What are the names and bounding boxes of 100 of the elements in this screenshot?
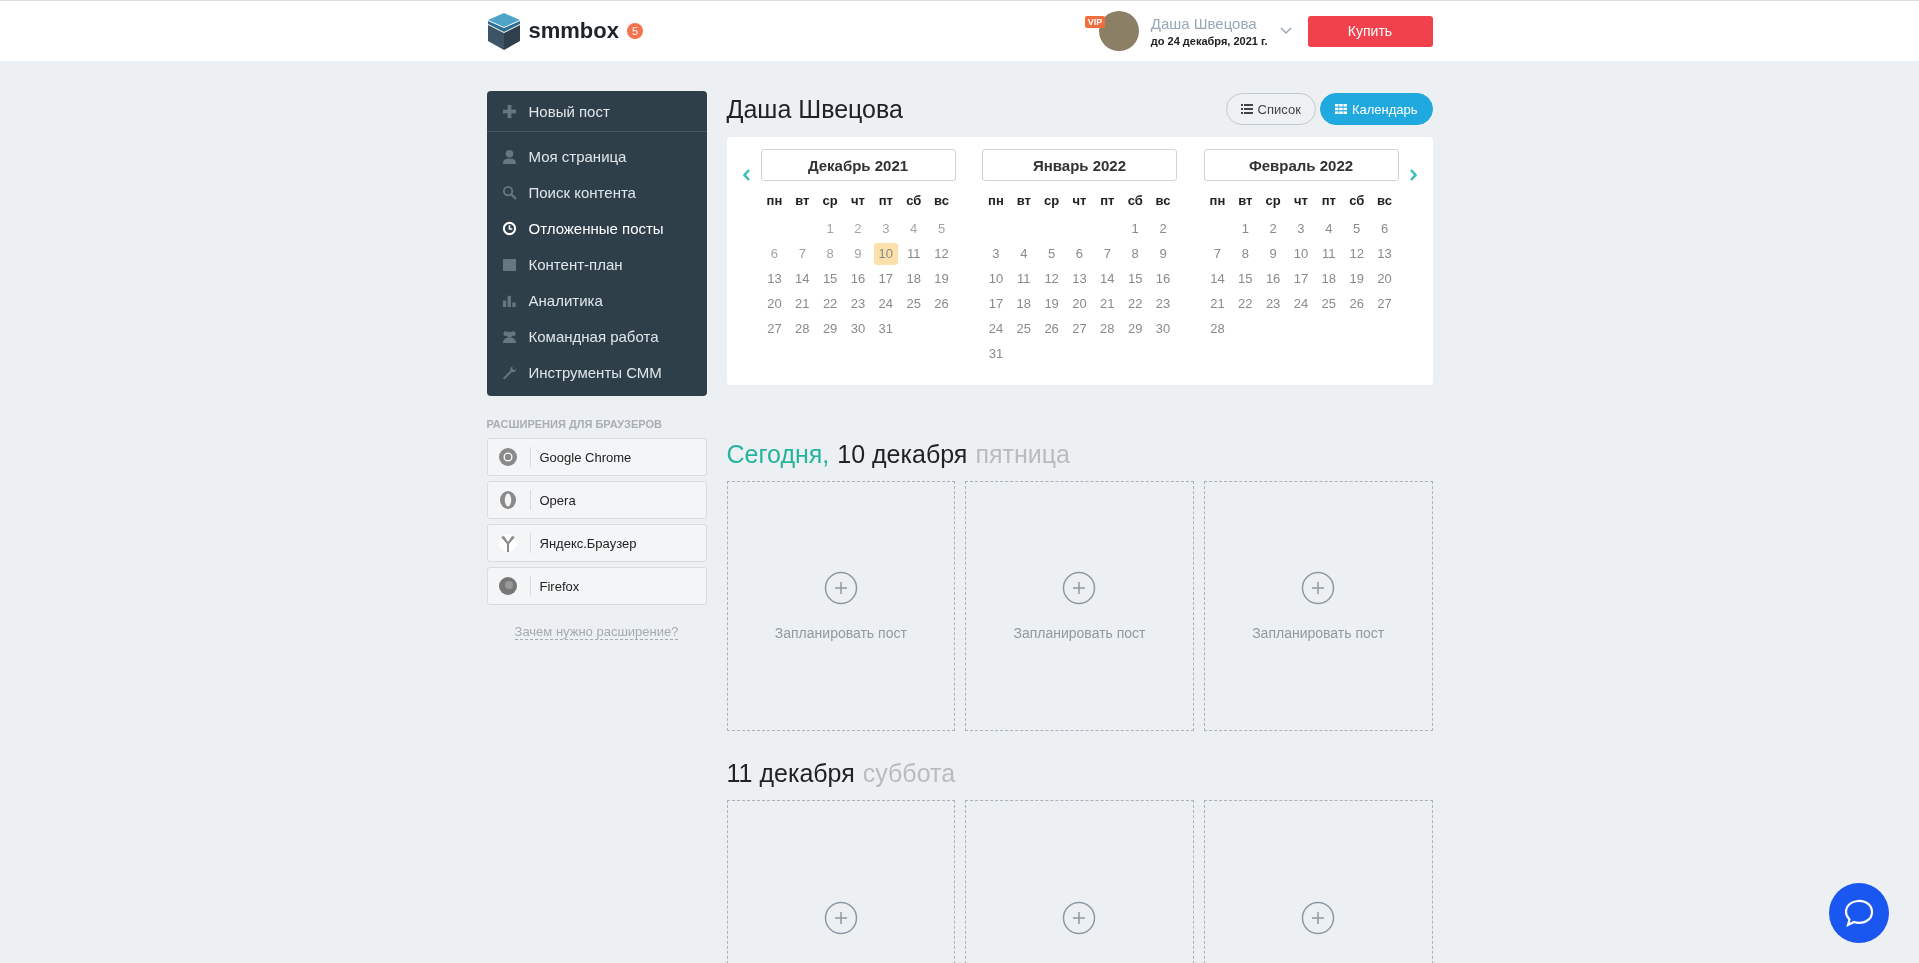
calendar-day[interactable]: 5 [929,218,954,240]
calendar-day[interactable]: 25 [1316,293,1341,315]
calendar-day[interactable]: 12 [929,243,954,265]
calendar-day[interactable]: 9 [1261,243,1286,265]
extension-button[interactable]: Яндекс.Браузер [486,524,707,562]
calendar-day[interactable]: 26 [1039,318,1064,340]
calendar-day[interactable]: 10 [873,243,898,265]
extension-help-link[interactable]: Зачем нужно расширение? [514,624,679,640]
calendar-day[interactable]: 8 [1123,243,1148,265]
calendar-day[interactable]: 11 [1316,243,1341,265]
calendar-day[interactable]: 14 [790,268,815,290]
calendar-day[interactable]: 31 [873,318,898,340]
calendar-day[interactable]: 23 [846,293,870,315]
extension-button[interactable]: Firefox [486,567,707,605]
calendar-day[interactable]: 6 [1067,243,1092,265]
extension-button[interactable]: Opera [486,481,707,519]
calendar-day[interactable]: 15 [1233,268,1258,290]
calendar-day[interactable]: 22 [818,293,843,315]
calendar-day[interactable]: 13 [1067,268,1092,290]
calendar-day[interactable]: 24 [873,293,898,315]
calendar-day[interactable]: 23 [1261,293,1286,315]
post-slot[interactable]: Запланировать пост [1203,481,1433,731]
sidebar-item[interactable]: Командная работа [486,318,707,354]
calendar-day[interactable]: 7 [1095,243,1120,265]
calendar-day[interactable]: 21 [1205,293,1230,315]
calendar-day[interactable]: 5 [1039,243,1064,265]
extension-button[interactable]: Google Chrome [486,438,707,476]
caret-icon[interactable] [1279,27,1292,35]
logo-text[interactable]: smmbox [528,18,619,44]
sidebar-item[interactable]: Контент-план [486,246,707,282]
calendar-day[interactable]: 5 [1344,218,1369,240]
calendar-day[interactable]: 11 [1011,268,1036,290]
sidebar-item[interactable]: Отложенные посты [486,210,707,246]
calendar-day[interactable]: 9 [1151,243,1176,265]
calendar-day[interactable]: 21 [790,293,815,315]
sidebar-item[interactable]: Аналитика [486,282,707,318]
calendar-day[interactable]: 6 [762,243,787,265]
calendar-day[interactable]: 24 [1289,293,1313,315]
calendar-day[interactable]: 7 [790,243,815,265]
chat-bubble-button[interactable] [1829,883,1889,943]
calendar-day[interactable]: 15 [1123,268,1148,290]
sidebar-item[interactable]: Инструменты СММ [486,354,707,390]
calendar-day[interactable]: 22 [1233,293,1258,315]
sidebar-item[interactable]: Новый пост [486,91,707,132]
calendar-day[interactable]: 18 [1011,293,1036,315]
calendar-day[interactable]: 28 [1205,318,1230,340]
calendar-day[interactable]: 26 [1344,293,1369,315]
view-tab[interactable]: Список [1225,93,1316,125]
post-slot[interactable]: Запланировать пост [965,481,1194,731]
calendar-day[interactable]: 21 [1095,293,1120,315]
calendar-day[interactable]: 3 [1289,218,1313,240]
calendar-day[interactable]: 16 [1261,268,1286,290]
month-title[interactable]: Декабрь 2021 [760,149,956,181]
month-title[interactable]: Январь 2022 [982,149,1177,181]
calendar-day[interactable]: 4 [1011,243,1036,265]
calendar-day[interactable]: 10 [1289,243,1313,265]
calendar-day[interactable]: 29 [818,318,843,340]
calendar-day[interactable]: 2 [1151,218,1176,240]
calendar-day[interactable]: 16 [846,268,870,290]
calendar-day[interactable]: 12 [1039,268,1064,290]
calendar-day[interactable]: 7 [1205,243,1230,265]
sidebar-item[interactable]: Поиск контента [486,174,707,210]
calendar-day[interactable]: 2 [846,218,870,240]
calendar-day[interactable]: 17 [873,268,898,290]
calendar-day[interactable]: 26 [929,293,954,315]
calendar-day[interactable]: 20 [762,293,787,315]
sidebar-item[interactable]: Моя страница [486,138,707,174]
calendar-day[interactable]: 3 [983,243,1008,265]
calendar-day[interactable]: 1 [1123,218,1148,240]
calendar-day[interactable]: 10 [983,268,1008,290]
calendar-day[interactable]: 27 [1372,293,1397,315]
calendar-day[interactable]: 20 [1067,293,1092,315]
calendar-day[interactable]: 24 [983,318,1008,340]
calendar-day[interactable]: 4 [1316,218,1341,240]
calendar-day[interactable]: 28 [1095,318,1120,340]
calendar-day[interactable]: 1 [1233,218,1258,240]
calendar-day[interactable]: 14 [1095,268,1120,290]
calendar-day[interactable]: 3 [873,218,898,240]
calendar-day[interactable]: 25 [1011,318,1036,340]
calendar-day[interactable]: 22 [1123,293,1148,315]
calendar-day[interactable]: 1 [818,218,843,240]
calendar-day[interactable]: 18 [1316,268,1341,290]
calendar-day[interactable]: 4 [901,218,926,240]
calendar-day[interactable]: 29 [1123,318,1148,340]
view-tab[interactable]: Календарь [1319,93,1433,125]
post-slot[interactable]: Запланировать пост [726,481,956,731]
calendar-day[interactable]: 9 [846,243,870,265]
calendar-day[interactable]: 16 [1151,268,1176,290]
calendar-day[interactable]: 25 [901,293,926,315]
calendar-day[interactable]: 30 [1151,318,1176,340]
calendar-day[interactable]: 17 [983,293,1008,315]
calendar-day[interactable]: 27 [762,318,787,340]
calendar-day[interactable]: 8 [818,243,843,265]
calendar-day[interactable]: 14 [1205,268,1230,290]
calendar-day[interactable]: 19 [1039,293,1064,315]
calendar-day[interactable]: 23 [1151,293,1176,315]
calendar-day[interactable]: 15 [818,268,843,290]
calendar-day[interactable]: 8 [1233,243,1258,265]
calendar-day[interactable]: 28 [790,318,815,340]
calendar-day[interactable]: 11 [901,243,926,265]
